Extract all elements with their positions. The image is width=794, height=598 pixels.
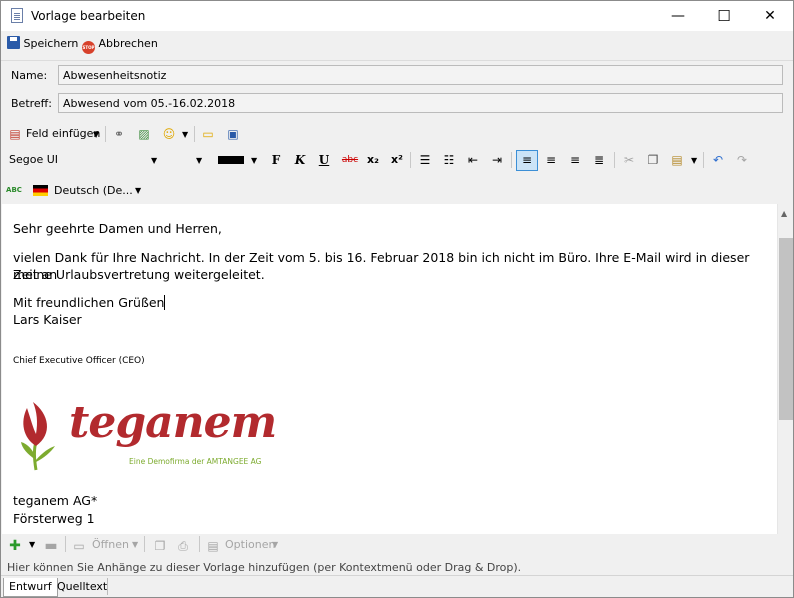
font-color-swatch[interactable] — [218, 156, 244, 164]
outdent-icon[interactable]: ⇤ — [465, 152, 481, 168]
open-folder-icon[interactable]: ▭ — [200, 126, 216, 142]
folder-icon: ▭ — [73, 539, 85, 553]
tab-source[interactable]: Quelltext — [52, 578, 112, 597]
title-bar: Vorlage bearbeiten — ☐ ✕ — [1, 1, 793, 31]
name-field[interactable]: Abwesenheitsnotiz — [58, 65, 783, 85]
cancel-button[interactable]: STOP Abbrechen — [82, 36, 158, 54]
italic-button[interactable]: K — [292, 152, 308, 168]
close-button[interactable]: ✕ — [747, 1, 793, 31]
company-name: teganem AG* — [13, 493, 98, 508]
link-icon[interactable]: ⚭ — [111, 126, 127, 142]
name-label: Name: — [11, 69, 48, 82]
insert-field-button[interactable]: Feld einfügen — [26, 127, 100, 140]
bullet-list-icon[interactable]: ☰ — [417, 152, 433, 168]
indent-icon[interactable]: ⇥ — [489, 152, 505, 168]
chevron-down-icon[interactable]: ▼ — [93, 130, 99, 139]
cut-icon[interactable]: ✂ — [621, 152, 637, 168]
save-label: Speichern — [23, 37, 79, 50]
chevron-down-icon[interactable]: ▼ — [691, 156, 697, 165]
justify-icon[interactable]: ≣ — [591, 152, 607, 168]
chevron-down-icon[interactable]: ▼ — [132, 540, 138, 549]
numbered-list-icon[interactable]: ☷ — [441, 152, 457, 168]
paste-icon[interactable]: ▤ — [669, 152, 685, 168]
view-tabs: Entwurf Quelltext — [1, 575, 793, 598]
save-button[interactable]: Speichern — [7, 36, 78, 52]
attachments-toolbar: ✚ ▼ ▬ ▭ Öffnen ▼ ❐ ⎙ ▤ Optionen ▼ — [1, 534, 793, 556]
bold-button[interactable]: F — [268, 152, 284, 168]
copy-icon[interactable]: ❐ — [645, 152, 661, 168]
open-button[interactable]: Öffnen — [92, 538, 129, 551]
editor-window: Vorlage bearbeiten — ☐ ✕ Speichern STOP … — [0, 0, 794, 598]
chevron-down-icon[interactable]: ▼ — [182, 130, 188, 139]
scroll-up-icon[interactable]: ▲ — [781, 209, 787, 218]
language-select[interactable]: Deutsch (De... — [54, 184, 133, 197]
language-toolbar: ABC Deutsch (De... ▼ — [3, 178, 793, 202]
spellcheck-icon[interactable]: ABC — [6, 182, 22, 198]
print-icon[interactable]: ⎙ — [175, 538, 191, 554]
company-street: Försterweg 1 — [13, 511, 95, 526]
logo-wordmark: teganem — [69, 397, 277, 448]
greeting-text: Sehr geehrte Damen und Herren, — [13, 221, 222, 236]
scrollbar-thumb[interactable] — [779, 238, 793, 420]
remove-icon[interactable]: ▬ — [43, 538, 59, 554]
undo-icon[interactable]: ↶ — [710, 152, 726, 168]
message-body-editor[interactable]: Sehr geehrte Damen und Herren, vielen Da… — [2, 204, 777, 539]
chevron-down-icon[interactable]: ▼ — [135, 186, 141, 195]
tab-draft[interactable]: Entwurf — [3, 578, 58, 597]
format-toolbar: Segoe UI ▼ ▼ ▼ F K U abc x₂ x² ☰ ☷ ⇤ ⇥ ≡… — [3, 148, 793, 172]
save-icon[interactable]: ▣ — [225, 126, 241, 142]
add-icon[interactable]: ✚ — [7, 538, 23, 554]
document-icon — [11, 8, 23, 23]
underline-button[interactable]: U — [316, 152, 332, 168]
save-icon — [7, 36, 20, 49]
chevron-down-icon[interactable]: ▼ — [151, 156, 157, 165]
chevron-down-icon[interactable]: ▼ — [251, 156, 257, 165]
vertical-scrollbar[interactable]: ▲ — [777, 204, 793, 539]
subscript-button[interactable]: x₂ — [365, 152, 381, 168]
font-select[interactable]: Segoe UI — [9, 153, 58, 166]
align-center-icon[interactable]: ≡ — [543, 152, 559, 168]
insert-toolbar: ▤ Feld einfügen ▼ ⚭ ▨ ☺ ▼ ▭ ▣ — [3, 122, 793, 146]
chevron-down-icon[interactable]: ▼ — [29, 540, 35, 549]
strikethrough-button[interactable]: abc — [339, 152, 361, 168]
stop-icon: STOP — [82, 41, 95, 54]
subject-label: Betreff: — [11, 97, 52, 110]
redo-icon[interactable]: ↷ — [734, 152, 750, 168]
signature-role: Chief Executive Officer (CEO) — [13, 356, 145, 366]
field-icon: ▤ — [9, 127, 21, 141]
logo-tagline: Eine Demofirma der AMTANGEE AG — [129, 457, 262, 466]
chevron-down-icon[interactable]: ▼ — [196, 156, 202, 165]
cancel-label: Abbrechen — [98, 37, 158, 50]
german-flag-icon — [33, 185, 48, 196]
body-line-2: meine Urlaubsvertretung weitergeleitet. — [13, 267, 265, 282]
image-icon[interactable]: ▨ — [136, 126, 152, 142]
align-left-button[interactable]: ≡ — [516, 150, 538, 171]
signature-name: Lars Kaiser — [13, 312, 82, 327]
copy-icon[interactable]: ❐ — [152, 538, 168, 554]
divider — [1, 60, 793, 61]
minimize-button[interactable]: — — [655, 1, 701, 31]
window-title: Vorlage bearbeiten — [31, 9, 146, 23]
chevron-down-icon[interactable]: ▼ — [272, 540, 278, 549]
smiley-icon[interactable]: ☺ — [161, 126, 177, 142]
divider — [107, 578, 108, 595]
maximize-button[interactable]: ☐ — [701, 1, 747, 31]
options-button[interactable]: Optionen — [225, 538, 275, 551]
closing-text: Mit freundlichen Grüßen — [13, 295, 166, 310]
attachments-hint: Hier können Sie Anhänge zu dieser Vorlag… — [7, 561, 522, 574]
options-icon: ▤ — [207, 539, 219, 553]
company-logo: teganem Eine Demofirma der AMTANGEE AG — [19, 397, 279, 478]
superscript-button[interactable]: x² — [389, 152, 405, 168]
align-right-icon[interactable]: ≡ — [567, 152, 583, 168]
subject-field[interactable]: Abwesend vom 05.-16.02.2018 — [58, 93, 783, 113]
